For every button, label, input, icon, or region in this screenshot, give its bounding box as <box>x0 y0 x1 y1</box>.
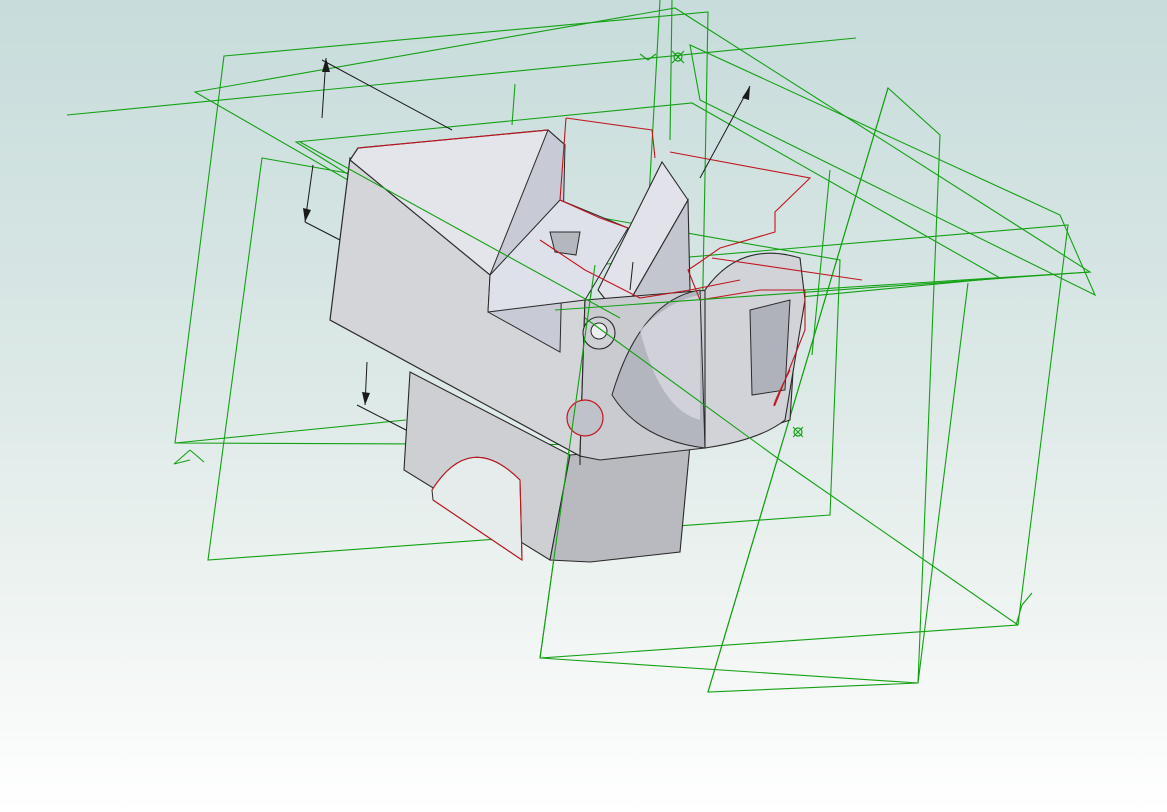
arrow-head-2 <box>303 208 311 222</box>
reference-axis-line[interactable] <box>66 37 857 116</box>
origin-icon[interactable] <box>671 50 685 64</box>
point-icon[interactable] <box>792 426 804 438</box>
cad-viewport[interactable] <box>0 0 1167 812</box>
model-scene[interactable] <box>0 0 1167 812</box>
lower-block-right[interactable] <box>549 444 691 563</box>
slot-window <box>549 231 581 256</box>
plane-edge-front-5[interactable] <box>811 169 831 356</box>
dimension-leader-2[interactable] <box>304 221 341 241</box>
triad-icon <box>173 449 205 465</box>
sketch-profile-top[interactable] <box>565 117 656 159</box>
boss-hole[interactable] <box>590 322 608 340</box>
arrow-head-4 <box>742 86 750 100</box>
vertical-axis-2[interactable] <box>669 0 673 141</box>
plane-edge-front-4[interactable] <box>779 459 1019 626</box>
plane-edge-front-6[interactable] <box>539 657 919 684</box>
side-hole[interactable] <box>566 399 604 437</box>
plane-edge-short[interactable] <box>511 83 516 126</box>
right-inner-recess <box>749 299 791 396</box>
dimension-leader-1[interactable] <box>321 59 453 131</box>
part-body[interactable] <box>329 129 806 563</box>
arrow-head-3 <box>362 392 370 405</box>
plane-edge-front-8[interactable] <box>174 419 407 444</box>
dimension-leader-3[interactable] <box>356 404 407 431</box>
